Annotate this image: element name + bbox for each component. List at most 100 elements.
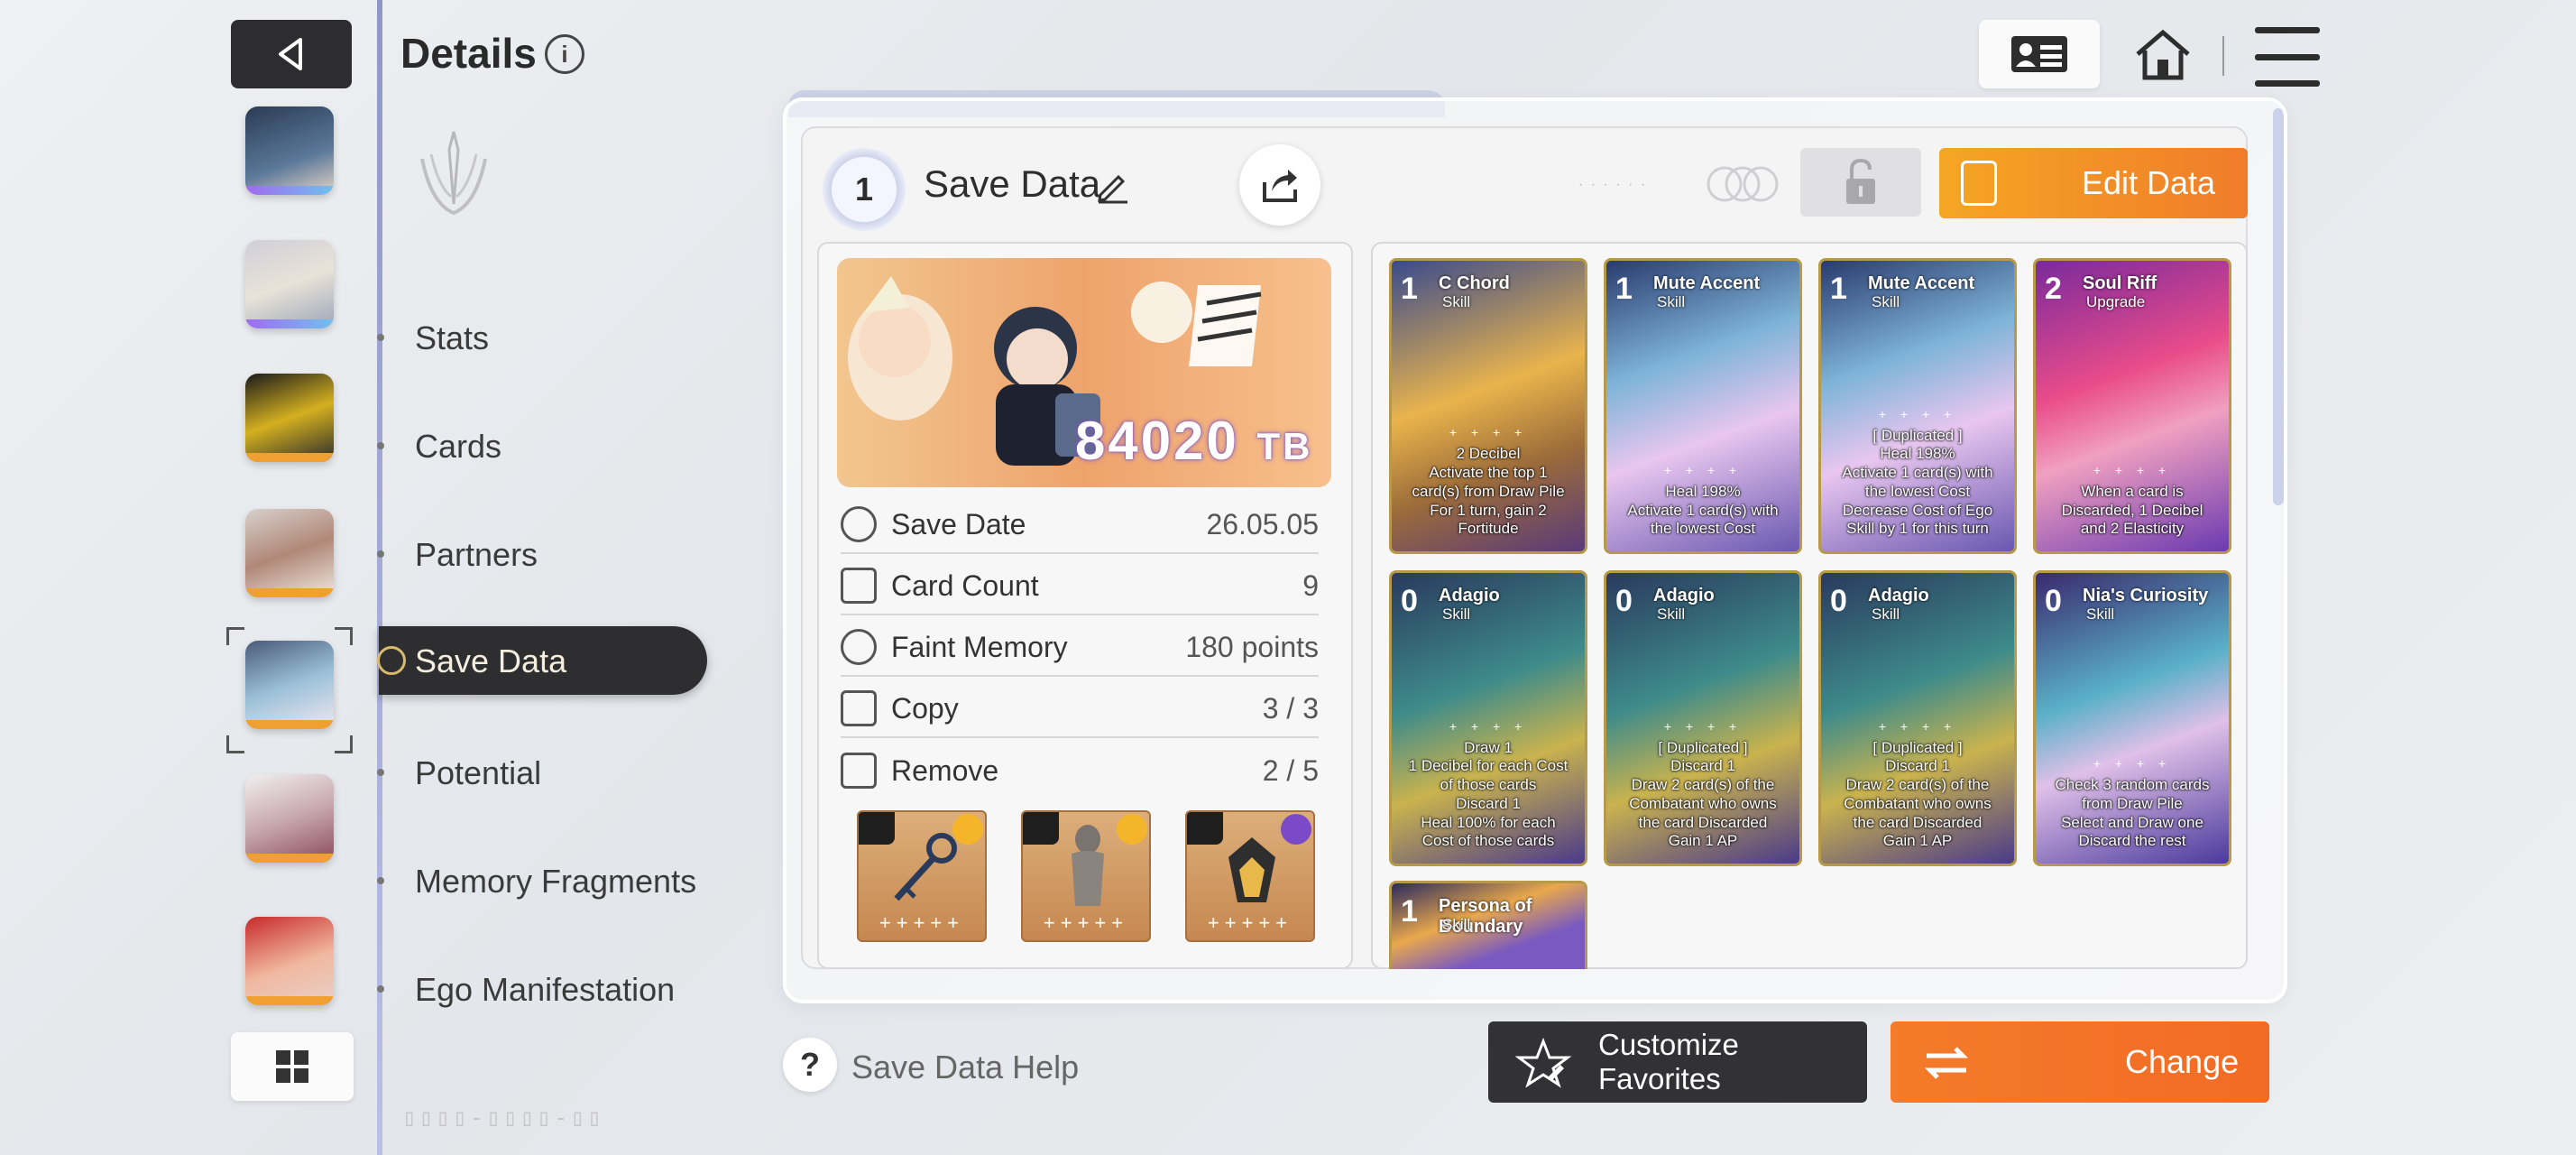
card-cost: 1: [1401, 272, 1418, 306]
lock-button[interactable]: [1800, 148, 1921, 217]
card-description: Draw 1 1 Decibel for each Cost of those …: [1408, 738, 1569, 850]
card-description: Check 3 random cards from Draw Pile Sele…: [2055, 776, 2210, 850]
card-cost: 0: [1830, 584, 1847, 618]
deck-card[interactable]: 1 Mute Accent Skill + + + + [ Duplicated ] H…: [1818, 258, 2017, 554]
armor-type-icon: [1023, 812, 1059, 845]
nav-dot: [377, 334, 384, 341]
help-icon[interactable]: ?: [783, 1038, 837, 1092]
grid-view-button[interactable]: [231, 1032, 354, 1101]
change-button[interactable]: Change: [1891, 1021, 2269, 1103]
edit-data-button[interactable]: Edit Data: [1939, 148, 2248, 218]
copy-icon: [841, 690, 877, 726]
customize-favorites-button[interactable]: Customize Favorites: [1488, 1021, 1867, 1103]
stat-row-copy: Copy 3 / 3: [841, 680, 1319, 738]
equipment-slot-armor[interactable]: +++++: [1021, 810, 1151, 942]
swap-arrows-icon: [1924, 1047, 1969, 1079]
nav-item-memory-fragments[interactable]: Memory Fragments: [415, 863, 696, 901]
card-name: C Chord: [1439, 273, 1510, 293]
nav-dot: [377, 877, 384, 884]
character-portrait-4[interactable]: [245, 509, 334, 597]
stat-row-remove: Remove 2 / 5: [841, 742, 1319, 799]
deck-card[interactable]: 0 Adagio Skill + + + + [ Duplicated ] Discar…: [1604, 570, 1802, 866]
deck-card[interactable]: 1 Mute Accent Skill + + + + Heal 198% Activa…: [1604, 258, 1802, 554]
nav-dot: [377, 769, 384, 776]
equipment-slot-weapon[interactable]: +++++: [857, 810, 987, 942]
menu-button[interactable]: [2255, 27, 2320, 87]
nav-item-stats[interactable]: Stats: [415, 319, 489, 357]
card-divider-stars: + + + +: [2093, 756, 2172, 771]
card-name: Adagio: [1868, 586, 1929, 605]
card-divider-stars: + + + +: [1663, 719, 1743, 734]
share-icon: [1263, 170, 1297, 202]
card-divider-stars: + + + +: [1878, 407, 1957, 421]
share-button[interactable]: [1239, 144, 1320, 226]
home-icon: [2136, 29, 2190, 80]
deck-card[interactable]: 1 C Chord Skill + + + + 2 Decibel Activate t…: [1389, 258, 1587, 554]
deck-card[interactable]: 1 Persona of Boundary Skill: [1389, 881, 1587, 969]
deck-card[interactable]: 0 Adagio Skill + + + + [ Duplicated ] Discar…: [1818, 570, 2017, 866]
save-data-help-link[interactable]: Save Data Help: [851, 1049, 1079, 1086]
footer-logo: ▯▯▯▯-▯▯▯▯-▯▯: [402, 1104, 604, 1132]
character-portrait-6[interactable]: [245, 774, 334, 863]
active-indicator-icon: [377, 646, 406, 675]
home-button[interactable]: [2130, 22, 2195, 87]
card-type: Skill: [1442, 293, 1471, 310]
nav-dot: [377, 985, 384, 993]
rarity-stars: +++++: [879, 911, 965, 934]
card-name: Nia's Curiosity: [2083, 586, 2209, 605]
customize-favorites-label: Customize Favorites: [1598, 1028, 1739, 1095]
card-name: Mute Accent: [1868, 273, 1975, 293]
card-cost: 0: [2045, 584, 2062, 618]
ring-type-icon: [1187, 812, 1223, 845]
card-description: Heal 198% Activate 1 card(s) with the lo…: [1627, 482, 1779, 538]
nav-item-potential[interactable]: Potential: [415, 754, 541, 792]
character-portrait-7[interactable]: [245, 917, 334, 1005]
card-divider-stars: + + + +: [1449, 425, 1528, 439]
rarity-stars: +++++: [1207, 911, 1293, 934]
stat-row-card-count: Card Count 9: [841, 558, 1319, 615]
card-description: [ Duplicated ] Discard 1 Draw 2 card(s) …: [1629, 738, 1777, 850]
profile-card-button[interactable]: [1979, 20, 2100, 88]
save-slot-badge: 1: [823, 148, 906, 231]
spiral-icon: [1281, 814, 1311, 845]
equipment-slot-ring[interactable]: +++++: [1185, 810, 1315, 942]
back-button[interactable]: [231, 20, 352, 88]
card-description: When a card is Discarded, 1 Decibel and …: [2061, 482, 2203, 538]
deck-card[interactable]: 0 Adagio Skill + + + + Draw 1 1 Decibel for …: [1389, 570, 1587, 866]
brain-icon: [841, 629, 877, 665]
info-icon[interactable]: i: [545, 34, 584, 74]
card-type: Skill: [1872, 293, 1900, 310]
nav-item-partners[interactable]: Partners: [415, 536, 538, 574]
nav-item-label: Save Data: [415, 642, 567, 679]
character-portrait-5-selected[interactable]: [245, 641, 334, 729]
back-arrow-icon: [279, 38, 302, 70]
card-cost: 1: [1830, 272, 1847, 306]
edit-card-icon: [1961, 161, 1997, 206]
nav-item-ego-manifestation[interactable]: Ego Manifestation: [415, 971, 675, 1009]
character-portrait-2[interactable]: [245, 240, 334, 328]
character-portrait-3[interactable]: [245, 374, 334, 462]
deck-card[interactable]: 2 Soul Riff Upgrade + + + + When a card is D…: [2033, 258, 2231, 554]
card-cost: 1: [1401, 894, 1418, 929]
stat-row-save-date: Save Date 26.05.05: [841, 496, 1319, 554]
card-divider-stars: + + + +: [1878, 719, 1957, 734]
rename-pencil-icon[interactable]: [1095, 170, 1129, 204]
character-portrait-1[interactable]: [245, 106, 334, 195]
card-name: Adagio: [1439, 586, 1500, 605]
nav-dot: [377, 442, 384, 449]
page-title: Details: [400, 30, 537, 77]
remove-icon: [841, 753, 877, 789]
nav-item-save-data[interactable]: Save Data: [377, 626, 707, 695]
card-cost: 2: [2045, 272, 2062, 306]
deck-card[interactable]: 0 Nia's Curiosity Skill + + + + Check 3 rand…: [2033, 570, 2231, 866]
card-name: Mute Accent: [1653, 273, 1761, 293]
rings-icon: [1707, 166, 1779, 202]
card-divider-stars: + + + +: [1449, 719, 1528, 734]
card-cost: 0: [1401, 584, 1418, 618]
emblem-icon: [420, 131, 487, 216]
card-type: Skill: [1442, 916, 1471, 933]
menu-icon: [2255, 27, 2320, 33]
card-icon: [841, 568, 877, 604]
nav-item-cards[interactable]: Cards: [415, 428, 501, 466]
card-name: Soul Riff: [2083, 273, 2157, 293]
